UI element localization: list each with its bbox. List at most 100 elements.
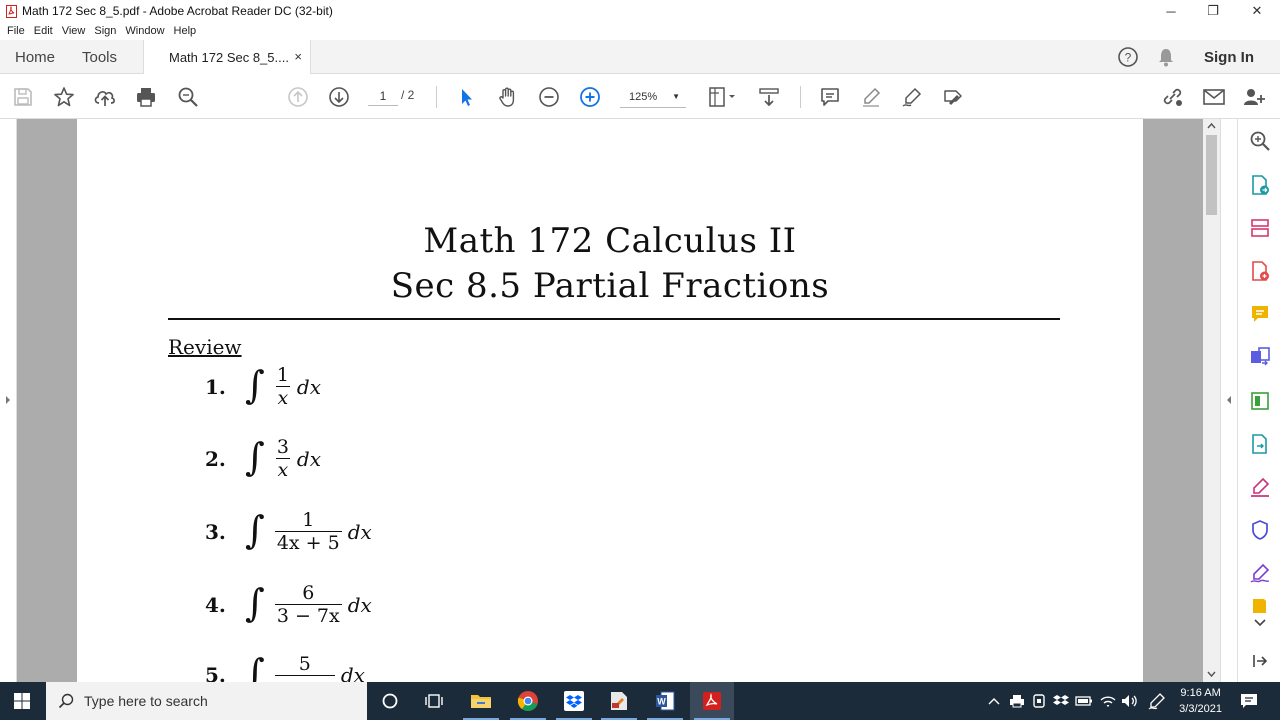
- fit-page-icon[interactable]: [705, 84, 739, 110]
- comment-icon[interactable]: [817, 84, 843, 110]
- zoom-value: 125%: [629, 91, 658, 103]
- tab-tools[interactable]: Tools: [82, 40, 117, 74]
- organize-pages-icon[interactable]: [1248, 216, 1272, 240]
- zoom-in-icon[interactable]: [577, 84, 603, 110]
- previous-page-icon[interactable]: [285, 84, 311, 110]
- bookmark-star-icon[interactable]: [51, 84, 77, 110]
- dropbox-tray-icon[interactable]: [1051, 682, 1071, 720]
- fill-and-sign-icon[interactable]: [1248, 475, 1272, 499]
- next-page-icon[interactable]: [326, 84, 352, 110]
- fraction: 6 3 − 7x: [274, 582, 342, 627]
- zoom-out-icon[interactable]: [536, 84, 562, 110]
- volume-icon[interactable]: [1119, 682, 1141, 720]
- menu-file[interactable]: File: [7, 25, 25, 37]
- protect-shield-icon[interactable]: [1248, 518, 1272, 542]
- numerator: 1: [302, 509, 315, 531]
- minimize-button[interactable]: ─: [1148, 0, 1194, 22]
- scroll-up-icon[interactable]: [1207, 122, 1216, 130]
- menu-edit[interactable]: Edit: [34, 25, 53, 37]
- edit-pdf-icon[interactable]: [1248, 389, 1272, 413]
- email-icon[interactable]: [1201, 84, 1227, 110]
- collapse-pane-icon[interactable]: [1248, 649, 1272, 673]
- search-icon[interactable]: [175, 84, 201, 110]
- chevron-down-icon[interactable]: [1248, 615, 1272, 631]
- menu-view[interactable]: View: [62, 25, 86, 37]
- file-explorer-icon[interactable]: [459, 682, 503, 720]
- dropbox-icon[interactable]: [552, 682, 596, 720]
- scrolling-mode-icon[interactable]: [756, 84, 782, 110]
- windows-start-icon[interactable]: [0, 682, 44, 720]
- device-tray-icon[interactable]: [1029, 682, 1049, 720]
- combine-files-icon[interactable]: [1248, 345, 1272, 369]
- request-signatures-icon[interactable]: [1248, 561, 1272, 585]
- chevron-down-icon: ▼: [672, 92, 680, 101]
- document-tab-label: Math 172 Sec 8_5....: [169, 50, 289, 65]
- menu-window[interactable]: Window: [125, 25, 164, 37]
- highlight-pen-icon[interactable]: [858, 84, 884, 110]
- add-user-icon[interactable]: [1241, 84, 1267, 110]
- integral-sign: ∫: [245, 651, 265, 682]
- denominator: 4x + 5: [274, 531, 342, 554]
- printer-tray-icon[interactable]: [1007, 682, 1027, 720]
- share-link-icon[interactable]: [1160, 84, 1186, 110]
- tab-document[interactable]: Math 172 Sec 8_5.... ×: [143, 40, 311, 75]
- save-icon[interactable]: [10, 84, 36, 110]
- problem-number: 4.: [205, 592, 226, 617]
- system-clock[interactable]: 9:16 AM 3/3/2021: [1179, 685, 1222, 717]
- export-pdf-icon[interactable]: [1248, 173, 1272, 197]
- chevron-up-icon[interactable]: [985, 682, 1003, 720]
- problem-number: 2.: [205, 446, 226, 471]
- more-tools-icon[interactable]: [1248, 599, 1272, 613]
- restore-button[interactable]: ❐: [1190, 0, 1236, 22]
- fraction: 5: [274, 653, 335, 682]
- window-title: Math 172 Sec 8_5.pdf - Adobe Acrobat Rea…: [22, 4, 333, 18]
- notification-center-icon[interactable]: [1228, 682, 1270, 720]
- page-number-input[interactable]: 1: [368, 86, 398, 106]
- menu-sign[interactable]: Sign: [94, 25, 116, 37]
- cortana-icon[interactable]: [368, 682, 412, 720]
- battery-icon[interactable]: [1073, 682, 1095, 720]
- comment-tool-icon[interactable]: [1248, 302, 1272, 326]
- draw-sign-icon[interactable]: [899, 84, 925, 110]
- send-for-review-icon[interactable]: [1248, 432, 1272, 456]
- word-icon[interactable]: W: [643, 682, 687, 720]
- menu-help[interactable]: Help: [174, 25, 197, 37]
- sign-in-button[interactable]: Sign In: [1204, 40, 1254, 74]
- pen-ink-icon[interactable]: [1145, 682, 1169, 720]
- fill-sign-icon[interactable]: [940, 84, 966, 110]
- close-window-button[interactable]: ✕: [1234, 0, 1280, 22]
- select-cursor-icon[interactable]: [453, 84, 479, 110]
- pdf-page: Math 172 Calculus II Sec 8.5 Partial Fra…: [77, 119, 1143, 682]
- differential: dx: [296, 446, 321, 471]
- integral-sign: ∫: [245, 434, 265, 479]
- zoom-search-icon[interactable]: [1248, 129, 1272, 153]
- help-icon[interactable]: ?: [1117, 40, 1139, 74]
- document-viewer[interactable]: Math 172 Calculus II Sec 8.5 Partial Fra…: [17, 119, 1203, 682]
- menu-bar: File Edit View Sign Window Help: [0, 22, 1280, 40]
- notifications-bell-icon[interactable]: [1157, 40, 1175, 74]
- left-panel-toggle[interactable]: [0, 119, 17, 682]
- zoom-level-dropdown[interactable]: 125% ▼: [620, 86, 686, 108]
- svg-text:?: ?: [1125, 51, 1132, 65]
- toolbar-divider: [436, 86, 437, 108]
- taskbar-search-input[interactable]: Type here to search: [46, 682, 367, 720]
- vertical-scrollbar[interactable]: [1203, 119, 1220, 682]
- tab-home[interactable]: Home: [15, 40, 55, 74]
- windows-taskbar: Type here to search W 9:16 AM 3/3/2021: [0, 682, 1280, 720]
- numerator: 5: [298, 653, 311, 675]
- scrollbar-thumb[interactable]: [1206, 135, 1217, 215]
- pdf-editor-icon[interactable]: [597, 682, 641, 720]
- print-icon[interactable]: [133, 84, 159, 110]
- hand-tool-icon[interactable]: [495, 84, 521, 110]
- task-view-icon[interactable]: [412, 682, 456, 720]
- close-tab-icon[interactable]: ×: [294, 49, 302, 64]
- chrome-icon[interactable]: [506, 682, 550, 720]
- scroll-down-icon[interactable]: [1207, 670, 1216, 678]
- create-pdf-icon[interactable]: [1248, 259, 1272, 283]
- denominator: x: [275, 458, 291, 481]
- right-pane-toggle[interactable]: [1220, 119, 1237, 682]
- wifi-icon[interactable]: [1097, 682, 1119, 720]
- acrobat-taskbar-icon[interactable]: [690, 682, 734, 720]
- differential: dx: [347, 519, 372, 544]
- upload-cloud-icon[interactable]: [92, 84, 118, 110]
